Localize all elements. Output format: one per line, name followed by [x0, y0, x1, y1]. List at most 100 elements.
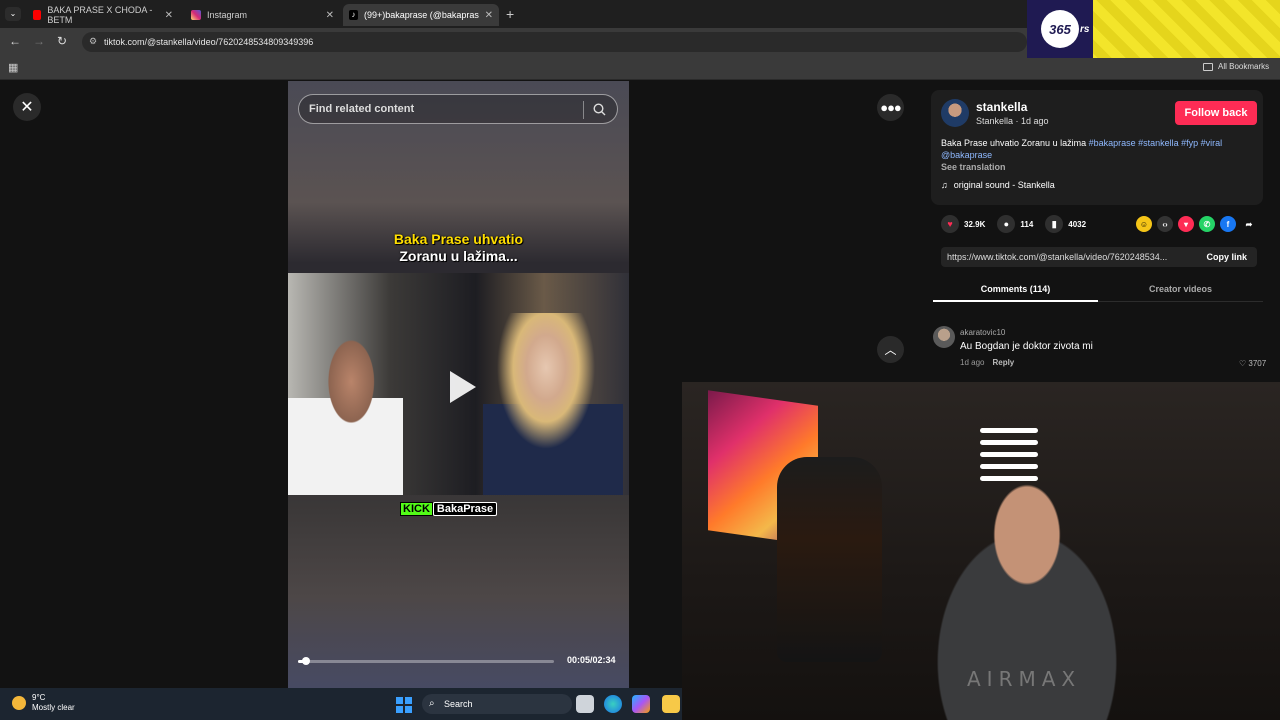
- all-bookmarks-button[interactable]: All Bookmarks: [1203, 62, 1269, 71]
- panel-tabs: Comments (114) Creator videos: [933, 280, 1263, 302]
- kick-logo: KICK: [400, 502, 433, 516]
- weather-icon: [12, 696, 26, 710]
- sound-name: original sound - Stankella: [953, 180, 1055, 190]
- decor-line: [980, 440, 1038, 445]
- url-text: tiktok.com/@stankella/video/762024853480…: [104, 37, 314, 47]
- previous-video-button[interactable]: ︿: [877, 336, 904, 363]
- tab-title: BAKA PRASE X CHODA - BETM: [47, 5, 153, 25]
- search-icon: ⌕: [429, 698, 435, 709]
- site-info-icon[interactable]: ⚙: [89, 36, 97, 47]
- decor-line: [980, 428, 1038, 433]
- decor-line: [980, 452, 1038, 457]
- video-description: Baka Prase uhvatio Zoranu u lažima #baka…: [941, 137, 1253, 161]
- video-progress-bar[interactable]: [298, 657, 554, 665]
- progress-handle[interactable]: [301, 657, 310, 665]
- video-player[interactable]: Baka Prase uhvatio Zoranu u lažima... KI…: [288, 81, 629, 688]
- forward-icon[interactable]: →: [33, 34, 45, 48]
- tab-tiktok[interactable]: ♪ (99+)bakaprase (@bakaprase) | ✕: [343, 4, 499, 26]
- gaming-chair: [777, 457, 882, 662]
- logo-number: 365: [1041, 10, 1079, 48]
- new-tab-button[interactable]: +: [506, 6, 514, 22]
- temperature: 9°C: [32, 693, 46, 702]
- instagram-icon: [191, 10, 201, 20]
- comment-button[interactable]: ● 114: [997, 215, 1033, 233]
- send-icon[interactable]: ▾: [1178, 216, 1194, 232]
- post-time: 1d ago: [1021, 116, 1049, 126]
- search-icon[interactable]: [593, 103, 606, 116]
- tab-creator-videos[interactable]: Creator videos: [1098, 284, 1263, 294]
- kick-channel: BakaPrase: [432, 502, 498, 516]
- share-arrow-icon[interactable]: ➦: [1241, 216, 1257, 232]
- decor-lines: [980, 428, 1038, 488]
- close-video-button[interactable]: ✕: [13, 93, 41, 121]
- file-explorer-icon[interactable]: [662, 695, 680, 713]
- comment-username[interactable]: akaratovic10: [960, 328, 1005, 337]
- follow-back-button[interactable]: Follow back: [1175, 101, 1257, 125]
- comment-meta: 1d ago Reply: [960, 358, 1014, 367]
- youtube-icon: [33, 10, 42, 20]
- comment-text: Au Bogdan je doktor zivota mi: [960, 341, 1093, 352]
- share-link-box: https://www.tiktok.com/@stankella/video/…: [941, 247, 1257, 267]
- decor-line: [980, 464, 1038, 469]
- search-divider: [583, 101, 584, 119]
- tab-instagram[interactable]: Instagram ✕: [185, 4, 340, 26]
- tab-comments[interactable]: Comments (114): [933, 284, 1098, 294]
- description-text: Baka Prase uhvatio Zoranu u lažima: [941, 138, 1087, 148]
- like-button[interactable]: ♥ 32.9K: [941, 215, 985, 233]
- file-viewer-icon[interactable]: [576, 695, 594, 713]
- url-bar[interactable]: ⚙ tiktok.com/@stankella/video/7620248534…: [82, 32, 1027, 52]
- taskbar-search[interactable]: ⌕ Search: [422, 694, 572, 714]
- person-left: [288, 333, 403, 495]
- description-hashtags[interactable]: #bakaprase #stankella #fyp #viral: [1089, 138, 1223, 148]
- sound-link[interactable]: ♫ original sound - Stankella: [941, 180, 1055, 190]
- bookmark-icon: ▮: [1045, 215, 1064, 233]
- chevron-up-icon: ︿: [884, 343, 897, 357]
- tab-search-button[interactable]: ⌄: [5, 7, 21, 21]
- reload-icon[interactable]: ↻: [57, 34, 67, 48]
- edge-browser-icon[interactable]: [604, 695, 622, 713]
- play-icon[interactable]: [438, 365, 482, 409]
- repost-icon[interactable]: ☺: [1136, 216, 1152, 232]
- see-translation-link[interactable]: See translation: [941, 162, 1006, 172]
- find-related-search[interactable]: Find related content: [298, 94, 618, 124]
- kick-watermark: KICK BakaPrase: [400, 502, 498, 516]
- whatsapp-icon[interactable]: ✆: [1199, 216, 1215, 232]
- save-button[interactable]: ▮ 4032: [1045, 215, 1086, 233]
- webcam-overlay: AIRMAX: [682, 382, 1280, 720]
- author-avatar[interactable]: [941, 99, 969, 127]
- author-display-name: Stankella: [976, 116, 1014, 126]
- sponsor-logo-365rs: 365 rs: [1027, 0, 1280, 58]
- facebook-icon[interactable]: f: [1220, 216, 1236, 232]
- close-icon: ✕: [20, 99, 34, 116]
- close-tab-icon[interactable]: ✕: [326, 10, 334, 21]
- close-tab-icon[interactable]: ✕: [485, 10, 493, 21]
- comment-icon: ●: [997, 215, 1016, 233]
- author-username[interactable]: stankella: [976, 100, 1027, 114]
- more-options-button[interactable]: ●●●: [877, 94, 904, 121]
- tab-title: (99+)bakaprase (@bakaprase) |: [363, 10, 479, 20]
- apps-grid-icon[interactable]: ▦: [8, 61, 18, 74]
- video-caption: Baka Prase uhvatio Zoranu u lažima...: [288, 231, 629, 265]
- comment-likes[interactable]: ♡ 3707: [1239, 359, 1266, 368]
- all-bookmarks-label: All Bookmarks: [1218, 62, 1270, 71]
- windows-start-icon[interactable]: [396, 697, 412, 713]
- start-tile: [396, 706, 403, 713]
- comment-time: 1d ago: [960, 358, 985, 367]
- start-tile: [405, 706, 412, 713]
- save-count: 4032: [1068, 219, 1087, 229]
- reply-button[interactable]: Reply: [992, 358, 1014, 367]
- embed-icon[interactable]: ‹›: [1157, 216, 1173, 232]
- weather-widget[interactable]: 9°C Mostly clear: [12, 693, 75, 713]
- weather-condition: Mostly clear: [32, 703, 75, 712]
- decor-line: [980, 476, 1038, 481]
- close-tab-icon[interactable]: ✕: [165, 10, 173, 21]
- description-mention[interactable]: @bakaprase: [941, 150, 992, 160]
- caption-line-1: Baka Prase uhvatio: [393, 231, 524, 247]
- back-icon[interactable]: ←: [9, 34, 21, 48]
- copy-link-button[interactable]: Copy link: [1206, 252, 1247, 262]
- tab-youtube[interactable]: BAKA PRASE X CHODA - BETM ✕: [27, 4, 179, 26]
- comment-like-count: 3707: [1248, 359, 1267, 368]
- author-meta: Stankella · 1d ago: [976, 116, 1049, 126]
- comment-avatar[interactable]: [933, 326, 955, 348]
- copilot-icon[interactable]: [632, 695, 650, 713]
